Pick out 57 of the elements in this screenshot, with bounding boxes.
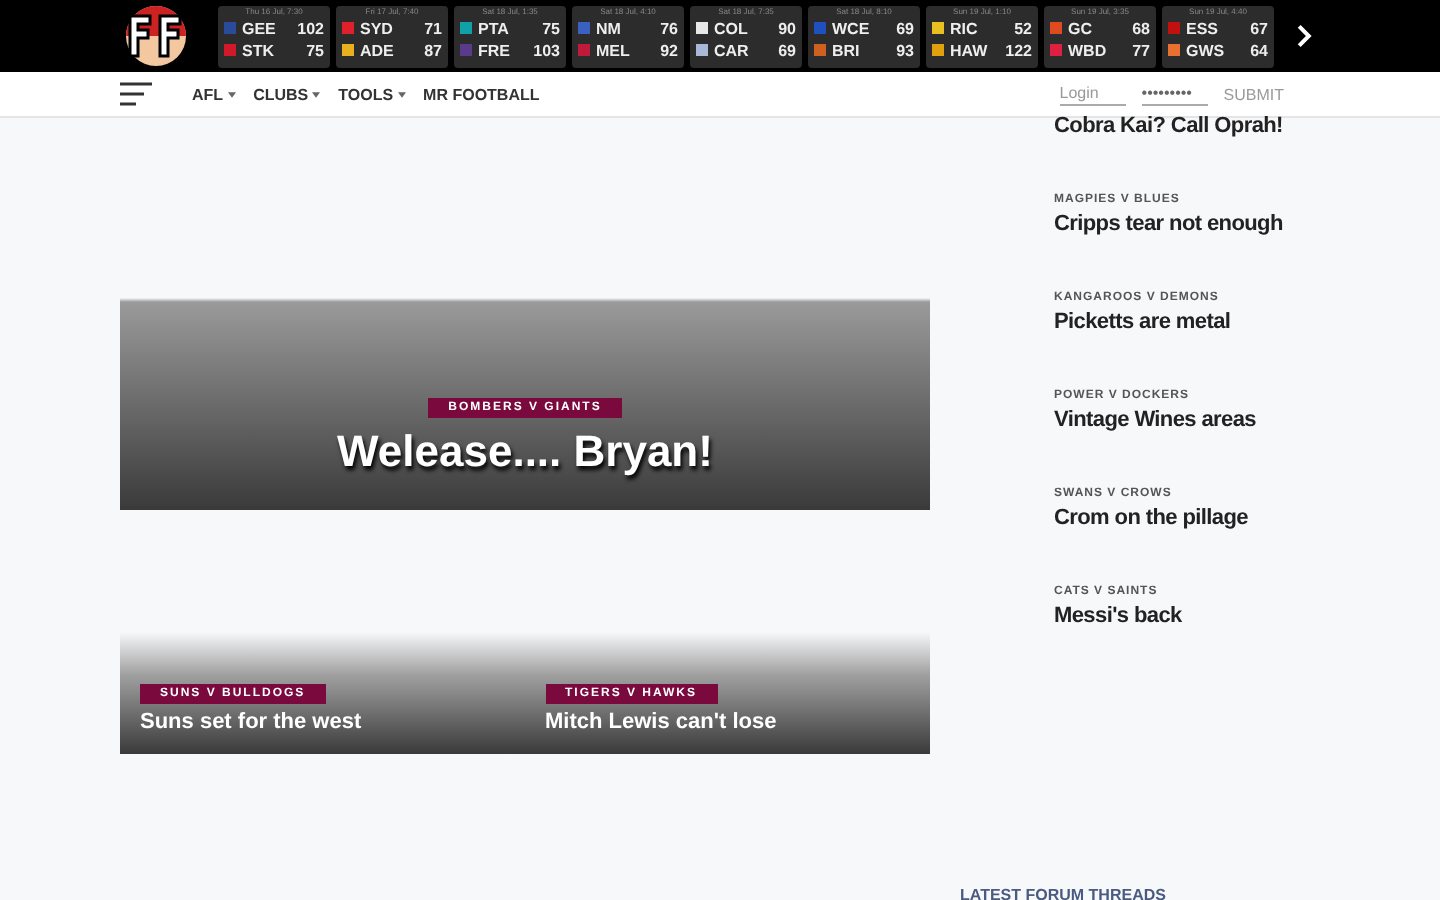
team-score: 64: [1250, 41, 1268, 59]
team-name: GEE: [242, 19, 276, 37]
team-name: FRE: [478, 41, 510, 59]
team-score: 67: [1250, 19, 1268, 37]
nav-link[interactable]: AFL: [192, 85, 236, 103]
menu-icon[interactable]: [120, 82, 152, 106]
hero-headline[interactable]: Welease.... Bryan!: [337, 426, 713, 478]
nav-link[interactable]: MR FOOTBALL: [423, 85, 540, 103]
team-score: 76: [660, 19, 678, 37]
team-score: 75: [306, 41, 324, 59]
article-headline[interactable]: Cobra Kai? Call Oprah!: [1054, 114, 1440, 138]
team-score: 122: [1005, 41, 1032, 59]
article-headline[interactable]: Mitch Lewis can't lose: [545, 710, 777, 734]
team-score: 90: [778, 19, 796, 37]
team-score: 71: [424, 19, 442, 37]
team-name: SYD: [360, 19, 393, 37]
team-name: CAR: [714, 41, 749, 59]
article-headline[interactable]: Messi's back: [1054, 604, 1440, 628]
team-score: 87: [424, 41, 442, 59]
team-score: 92: [660, 41, 678, 59]
team-score: 69: [896, 19, 914, 37]
team-name: GC: [1068, 19, 1092, 37]
article-headline[interactable]: Crom on the pillage: [1054, 506, 1440, 530]
login-field[interactable]: Login: [1059, 82, 1126, 106]
team-score: 75: [542, 19, 560, 37]
team-name: ESS: [1186, 19, 1219, 37]
team-name: PTA: [478, 19, 509, 37]
team-score: 93: [896, 41, 914, 59]
team-name: STK: [242, 41, 274, 59]
team-name: HAW: [950, 41, 988, 59]
caret-icon: [312, 91, 321, 97]
team-name: COL: [714, 19, 748, 37]
team-name: ADE: [360, 41, 394, 59]
caret-icon: [227, 91, 236, 97]
nav-link[interactable]: TOOLS: [338, 85, 406, 103]
team-name: WCE: [832, 19, 870, 37]
password-field[interactable]: •••••••••: [1141, 82, 1208, 106]
article-headline[interactable]: Suns set for the west: [140, 710, 362, 734]
nav-link[interactable]: CLUBS: [253, 85, 321, 103]
team-name: GWS: [1186, 41, 1225, 59]
caret-icon: [397, 91, 406, 97]
logo-icon[interactable]: [120, 4, 192, 68]
team-score: 52: [1014, 19, 1032, 37]
team-score: 77: [1132, 41, 1150, 59]
article-headline[interactable]: Cripps tear not enough: [1054, 212, 1440, 236]
team-name: MEL: [596, 41, 630, 59]
team-name: BRI: [832, 41, 860, 59]
team-name: RIC: [950, 19, 978, 37]
team-score: 102: [297, 19, 324, 37]
section-heading: LATEST FORUM THREADS: [960, 886, 1168, 900]
team-score: 103: [533, 41, 560, 59]
article-headline[interactable]: Vintage Wines areas: [1054, 408, 1440, 432]
team-name: NM: [596, 19, 621, 37]
team-score: 68: [1132, 19, 1150, 37]
team-name: WBD: [1068, 41, 1107, 59]
team-score: 69: [778, 41, 796, 59]
article-headline[interactable]: Picketts are metal: [1054, 310, 1440, 334]
